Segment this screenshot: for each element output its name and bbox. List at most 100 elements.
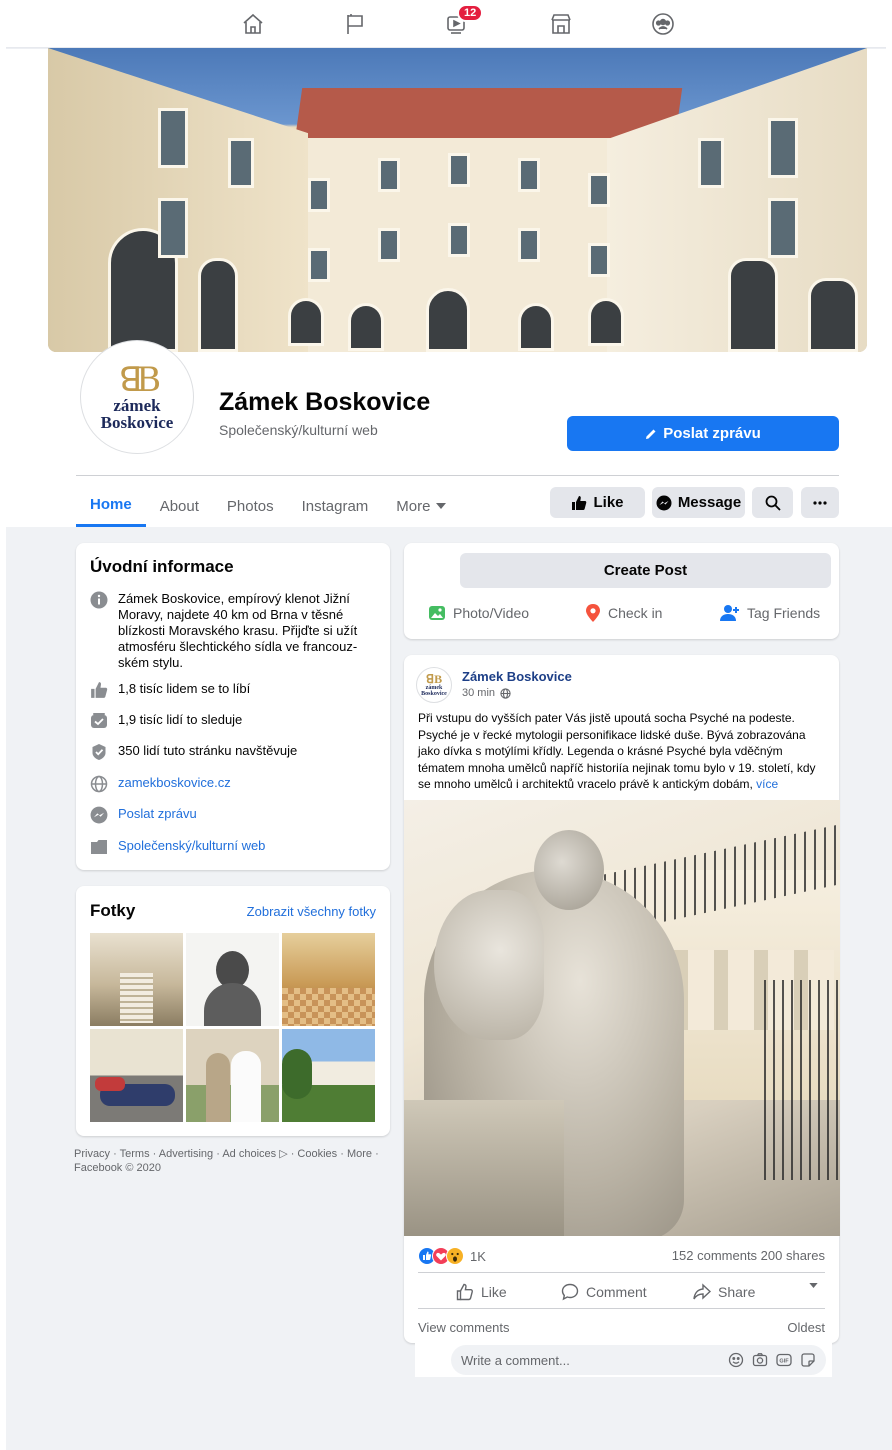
comments-shares-count[interactable]: 152 comments 200 shares	[672, 1248, 825, 1263]
send-message-label: Poslat zprávu	[663, 425, 761, 442]
avatar-text-line1: zámek	[113, 396, 161, 415]
svg-text:GIF: GIF	[779, 1359, 789, 1365]
tag-friends-icon	[720, 605, 739, 621]
tab-instagram-label: Instagram	[301, 497, 369, 515]
post-divider-bottom	[418, 1308, 825, 1309]
messenger-icon	[656, 495, 672, 510]
intro-description: Zámek Boskovice, empírový klenot Jižní M…	[118, 591, 358, 670]
avatar-text-line2: Boskovice	[100, 413, 174, 432]
post-like-label: Like	[481, 1284, 507, 1300]
tab-more-label: More	[396, 497, 431, 515]
caret-down-icon	[436, 503, 447, 509]
photo-thumbnail[interactable]	[186, 933, 279, 1026]
message-button[interactable]: Message	[652, 487, 745, 518]
top-navigation: 12	[0, 0, 892, 49]
groups-icon[interactable]	[649, 10, 677, 38]
more-options-button[interactable]	[801, 487, 839, 518]
create-post-button[interactable]: Create Post	[460, 553, 831, 588]
marketplace-icon[interactable]	[547, 10, 575, 38]
photo-thumbnail[interactable]	[90, 1029, 183, 1122]
tab-about[interactable]: About	[146, 485, 213, 527]
post-author-avatar[interactable]: ꓭB zámek Boskovice	[416, 667, 452, 703]
intro-website-row[interactable]: zamekboskovice.cz	[90, 775, 231, 793]
check-in-action[interactable]: Check in	[585, 604, 662, 622]
comment-input[interactable]: Write a comment... GIF	[451, 1345, 826, 1375]
intro-likes: 1,8 tisíc lidem se to líbí	[118, 681, 251, 696]
tag-friends-label: Tag Friends	[747, 605, 821, 621]
footer-links[interactable]: Privacy · Terms · Advertising · Ad choic…	[74, 1147, 394, 1175]
wow-reaction-icon	[446, 1247, 464, 1265]
intro-visits: 350 lidí tuto stránku navštěvuje	[118, 743, 298, 758]
post-timestamp[interactable]: 30 min	[462, 687, 511, 699]
video-notification-badge: 12	[457, 4, 484, 22]
search-icon	[765, 495, 781, 511]
post-share-button[interactable]: Share	[693, 1283, 755, 1301]
category-folder-icon	[90, 838, 108, 856]
comment-composer: Write a comment... GIF	[415, 1343, 832, 1377]
post-card: ꓭB zámek Boskovice Zámek Boskovice 30 mi…	[404, 655, 840, 1343]
page-avatar[interactable]: ꓭB zámek Boskovice	[80, 340, 194, 454]
sticker-icon[interactable]	[800, 1352, 816, 1368]
tag-friends-action[interactable]: Tag Friends	[720, 604, 820, 622]
comment-placeholder: Write a comment...	[461, 1352, 570, 1368]
photo-thumbnail[interactable]	[282, 1029, 375, 1122]
reaction-icons	[418, 1247, 464, 1265]
photo-thumbnail[interactable]	[282, 933, 375, 1026]
tab-more[interactable]: More	[382, 485, 460, 527]
intro-follows-row: 1,9 tisíc lidí to sleduje	[90, 712, 242, 730]
tab-photos-label: Photos	[226, 497, 274, 515]
intro-category-row[interactable]: Společenský/kulturní web	[90, 838, 265, 856]
intro-category-link[interactable]: Společenský/kulturní web	[118, 838, 265, 856]
intro-title: Úvodní informace	[90, 557, 234, 576]
thumbs-up-outline-icon	[456, 1283, 473, 1301]
tab-home-label: Home	[90, 496, 132, 513]
photo-video-label: Photo/Video	[453, 605, 530, 621]
home-icon[interactable]	[239, 10, 267, 38]
post-like-button[interactable]: Like	[456, 1283, 507, 1301]
share-arrow-icon	[693, 1283, 711, 1300]
watch-video-icon[interactable]: 12	[443, 4, 484, 38]
photos-title: Fotky	[90, 901, 136, 920]
post-author-name[interactable]: Zámek Boskovice	[462, 669, 572, 684]
post-divider-top	[418, 1272, 825, 1273]
intro-send-message-row[interactable]: Poslat zprávu	[90, 806, 197, 824]
post-share-label: Share	[718, 1284, 756, 1300]
pages-flag-icon[interactable]	[341, 10, 369, 38]
tab-photos[interactable]: Photos	[213, 485, 288, 527]
intro-likes-row: 1,8 tisíc lidem se to líbí	[90, 681, 250, 699]
info-icon	[90, 591, 108, 609]
post-image[interactable]	[404, 800, 840, 1236]
caret-down-icon	[809, 1283, 818, 1288]
comment-sort-selector[interactable]: Oldest	[787, 1320, 825, 1335]
thumbs-up-icon	[90, 681, 108, 699]
reactions-summary[interactable]: 1K	[418, 1247, 486, 1265]
intro-website-link[interactable]: zamekboskovice.cz	[118, 775, 231, 793]
photo-thumbnail[interactable]	[90, 933, 183, 1026]
pencil-icon	[646, 429, 656, 439]
comment-tools: GIF	[728, 1352, 816, 1368]
ellipsis-icon	[813, 500, 827, 505]
see-more-link[interactable]: více	[756, 777, 778, 791]
send-message-button[interactable]: Poslat zprávu	[567, 416, 839, 451]
comment-bubble-icon	[561, 1283, 579, 1301]
share-audience-dropdown[interactable]	[809, 1283, 818, 1288]
page-category: Společenský/kulturní web	[219, 422, 378, 438]
cover-photo[interactable]	[48, 48, 867, 352]
post-comment-label: Comment	[586, 1284, 647, 1300]
gif-icon[interactable]: GIF	[776, 1352, 792, 1368]
intro-card: Úvodní informace Zámek Boskovice, empíro…	[76, 543, 390, 870]
see-all-photos-link[interactable]: Zobrazit všechny fotky	[247, 904, 376, 919]
tab-home[interactable]: Home	[76, 485, 146, 527]
camera-icon[interactable]	[752, 1352, 768, 1368]
location-pin-icon	[586, 604, 600, 622]
like-page-button[interactable]: Like	[550, 487, 645, 518]
post-comment-button[interactable]: Comment	[561, 1283, 647, 1301]
tab-instagram[interactable]: Instagram	[288, 485, 383, 527]
search-button[interactable]	[752, 487, 793, 518]
create-post-card: Create Post Photo/Video Check in Tag Fri…	[404, 543, 839, 639]
photo-thumbnail[interactable]	[186, 1029, 279, 1122]
intro-send-message-link[interactable]: Poslat zprávu	[118, 806, 197, 824]
view-comments-link[interactable]: View comments	[418, 1320, 510, 1335]
emoji-icon[interactable]	[728, 1352, 744, 1368]
photo-video-action[interactable]: Photo/Video	[428, 604, 529, 622]
